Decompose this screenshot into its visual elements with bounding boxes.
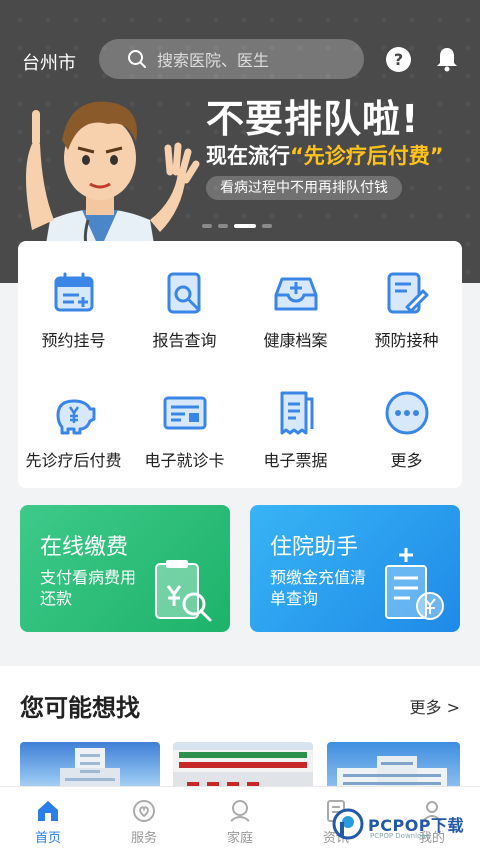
- service-label: 电子就诊卡: [144, 451, 225, 470]
- pcpop-logo-icon: [332, 808, 364, 840]
- health-record-icon: [274, 277, 317, 311]
- service-label: 健康档案: [263, 331, 328, 350]
- promo-title: 住院助手: [270, 535, 359, 560]
- section-title: 您可能想找: [20, 694, 140, 722]
- promo-title: 在线缴费: [40, 535, 129, 560]
- service-label: 更多: [390, 451, 423, 470]
- home-icon: [38, 801, 58, 821]
- search-placeholder: 搜索医院、医生: [157, 51, 270, 70]
- banner-subtitle-highlight: “先诊疗后付费”: [290, 144, 444, 168]
- carousel-dot[interactable]: [218, 224, 228, 228]
- banner-title: 不要排队啦!: [206, 97, 420, 141]
- promo-online-payment[interactable]: 在线缴费 支付看病费用还款: [20, 505, 230, 632]
- tab-service[interactable]: 服务: [114, 799, 174, 846]
- search-bar[interactable]: 搜索医院、医生: [99, 39, 364, 79]
- watermark-subtext: PCPOP Download: [370, 832, 431, 840]
- more-icon: [385, 391, 428, 435]
- receipt-icon: [280, 391, 313, 435]
- calendar-icon: [54, 272, 93, 312]
- service-health-record[interactable]: 健康档案: [240, 269, 351, 351]
- service-vaccine[interactable]: 预防接种: [351, 269, 462, 351]
- tab-label: 家庭: [226, 831, 253, 846]
- promo-desc: 支付看病费用还款: [40, 568, 137, 608]
- vaccine-icon: [387, 272, 428, 314]
- tab-label: 服务: [130, 831, 157, 846]
- service-appointment[interactable]: 预约挂号: [18, 269, 129, 351]
- section-more-link[interactable]: 更多 >: [410, 694, 461, 718]
- service-e-card[interactable]: 电子就诊卡: [129, 389, 240, 471]
- carousel-dot[interactable]: [262, 224, 272, 228]
- carousel-dot-active[interactable]: [234, 224, 256, 228]
- watermark-logo: PCPOP下载 PCPOP Download: [332, 808, 464, 840]
- family-icon: [230, 800, 250, 822]
- banner-subtitle: 现在流行“先诊疗后付费”: [206, 140, 444, 170]
- help-icon[interactable]: ?: [386, 47, 411, 72]
- report-search-icon: [167, 272, 200, 314]
- service-label: 预约挂号: [41, 331, 106, 350]
- service-e-receipt[interactable]: 电子票据: [240, 389, 351, 471]
- service-label: 报告查询: [152, 331, 217, 350]
- service-label: 电子票据: [263, 451, 328, 470]
- hospital-bill-icon: [385, 548, 444, 620]
- carousel-dots[interactable]: [202, 224, 272, 228]
- tab-home[interactable]: 首页: [18, 799, 78, 846]
- banner-pill: 看病过程中不用再排队付钱: [206, 176, 402, 200]
- tab-label: 首页: [34, 831, 61, 846]
- card-icon: [163, 396, 206, 430]
- carousel-dot[interactable]: [202, 224, 212, 228]
- service-more[interactable]: 更多: [351, 389, 462, 471]
- service-pay-later[interactable]: 先诊疗后付费: [18, 389, 129, 471]
- promo-desc: 预缴金充值清单查询: [270, 568, 367, 608]
- services-card: 预约挂号 报告查询 健康档案 预防接种 先诊疗后付费 电子就诊卡 电子票据 更多: [18, 241, 462, 488]
- search-icon: [128, 50, 146, 68]
- service-report[interactable]: 报告查询: [129, 269, 240, 351]
- banner-subtitle-prefix: 现在流行: [206, 144, 290, 168]
- tab-family[interactable]: 家庭: [210, 799, 270, 846]
- recommend-section: 您可能想找 更多 >: [0, 666, 480, 802]
- service-icon: [133, 800, 155, 822]
- piggy-bank-icon: [56, 399, 95, 435]
- bell-icon[interactable]: [436, 46, 458, 72]
- promo-inpatient-assistant[interactable]: 住院助手 预缴金充值清单查询: [250, 505, 460, 632]
- city-selector[interactable]: 台州市: [22, 49, 76, 75]
- service-label: 预防接种: [374, 331, 439, 350]
- payment-icon: [155, 560, 212, 622]
- service-label: 先诊疗后付费: [25, 451, 122, 470]
